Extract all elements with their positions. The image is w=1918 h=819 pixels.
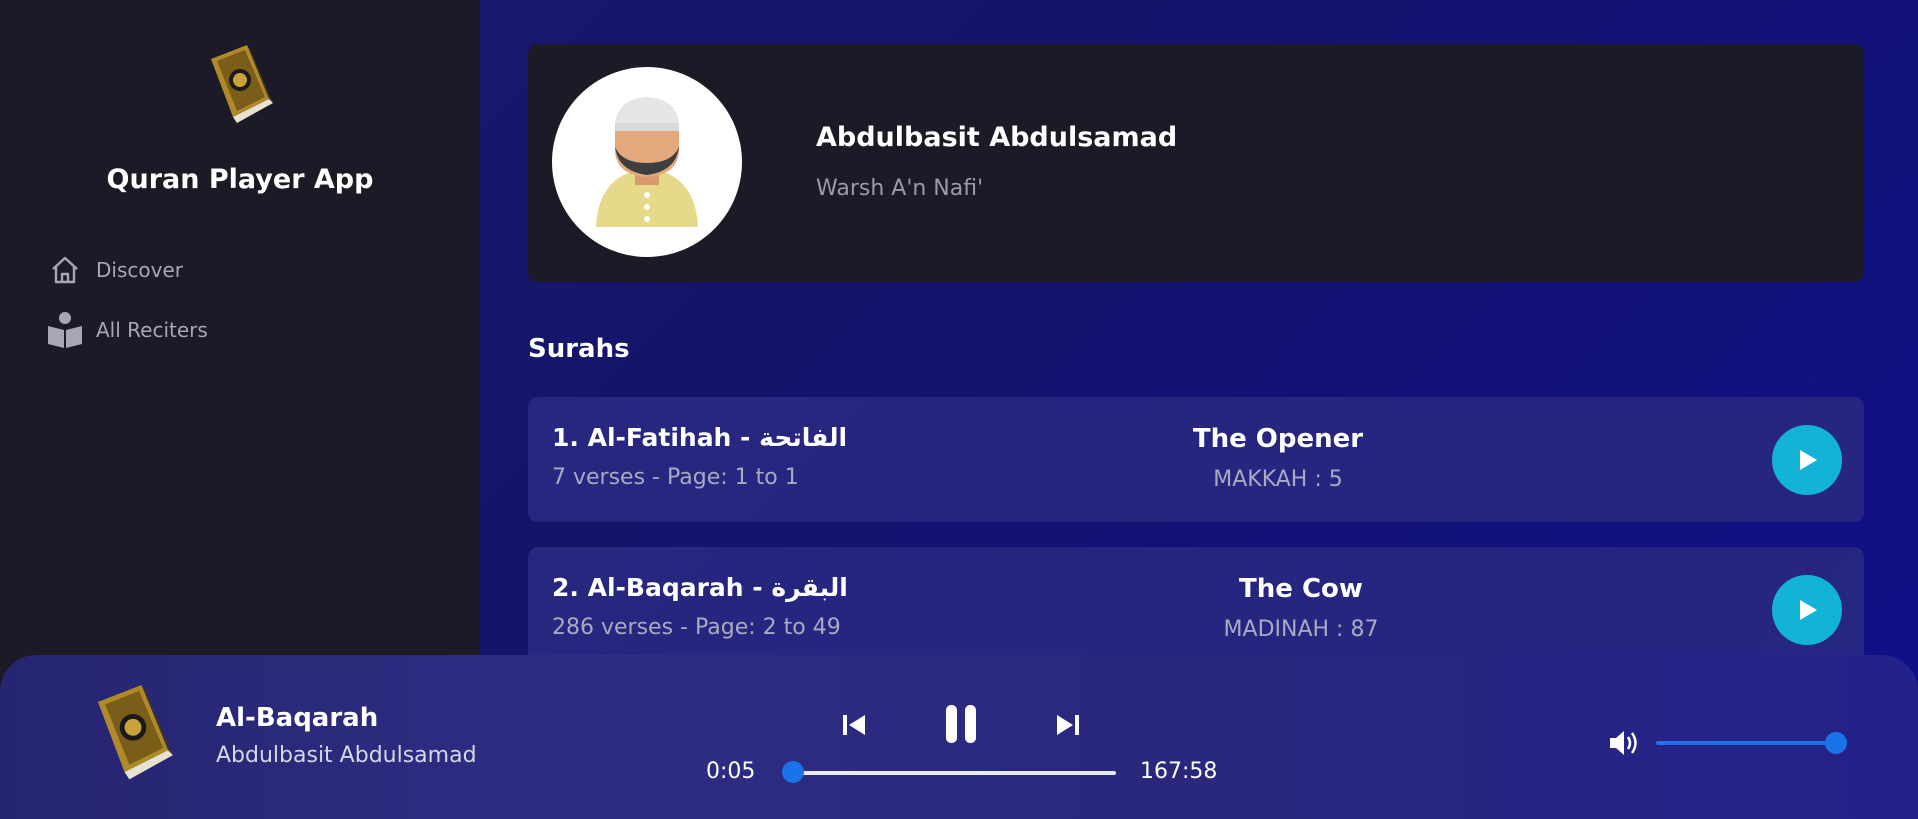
current-time: 0:05 <box>706 759 756 784</box>
volume-slider-thumb[interactable] <box>1825 732 1847 754</box>
now-playing-cover <box>88 685 178 789</box>
surah-english-name: The Cow <box>1239 574 1363 604</box>
now-playing-artist: Abdulbasit Abdulsamad <box>216 743 477 768</box>
surah-row[interactable]: 2. Al-Baqarah - البقرة 286 verses - Page… <box>528 547 1864 672</box>
player-bar: Al-Baqarah Abdulbasit Abdulsamad 0:05 16… <box>0 655 1918 819</box>
pause-button[interactable] <box>936 699 986 749</box>
previous-button[interactable] <box>836 707 872 743</box>
play-surah-button[interactable] <box>1772 425 1842 495</box>
progress-track[interactable] <box>794 771 1116 775</box>
surah-meta: 7 verses - Page: 1 to 1 <box>552 465 799 490</box>
reciter-riwaya: Warsh A'n Nafi' <box>816 176 984 201</box>
surah-english-name: The Opener <box>1192 424 1364 454</box>
quran-book-logo <box>205 45 275 131</box>
now-playing-title: Al-Baqarah <box>216 703 379 733</box>
play-icon <box>1800 450 1817 470</box>
surah-name: 1. Al-Fatihah - الفاتحة <box>552 423 848 452</box>
sidebar-item-label: Discover <box>96 258 183 282</box>
reciter-card: Abdulbasit Abdulsamad Warsh A'n Nafi' <box>528 44 1864 282</box>
surah-meta: 286 verses - Page: 2 to 49 <box>552 615 841 640</box>
skip-next-icon <box>1057 715 1079 735</box>
surah-row[interactable]: 1. Al-Fatihah - الفاتحة 7 verses - Page:… <box>528 397 1864 522</box>
sidebar-item-discover[interactable]: Discover <box>46 250 183 290</box>
surah-revelation: MAKKAH : 5 <box>1213 467 1343 492</box>
play-icon <box>1800 600 1817 620</box>
sidebar-item-all-reciters[interactable]: All Reciters <box>46 310 208 350</box>
pause-icon <box>946 705 976 743</box>
sidebar-item-label: All Reciters <box>96 318 208 342</box>
reciter-name: Abdulbasit Abdulsamad <box>816 122 1178 153</box>
surah-name: 2. Al-Baqarah - البقرة <box>552 573 848 602</box>
reciter-avatar <box>552 67 742 257</box>
play-surah-button[interactable] <box>1772 575 1842 645</box>
volume-track[interactable] <box>1656 741 1836 745</box>
app-title: Quran Player App <box>106 164 374 195</box>
surah-revelation: MADINAH : 87 <box>1223 617 1379 642</box>
total-duration: 167:58 <box>1140 759 1218 784</box>
progress-slider-thumb[interactable] <box>782 761 804 783</box>
home-icon <box>46 251 84 289</box>
surahs-heading: Surahs <box>528 334 630 364</box>
volume-icon[interactable] <box>1606 725 1642 761</box>
next-button[interactable] <box>1050 707 1086 743</box>
reader-icon <box>46 311 84 349</box>
skip-previous-icon <box>843 715 865 735</box>
